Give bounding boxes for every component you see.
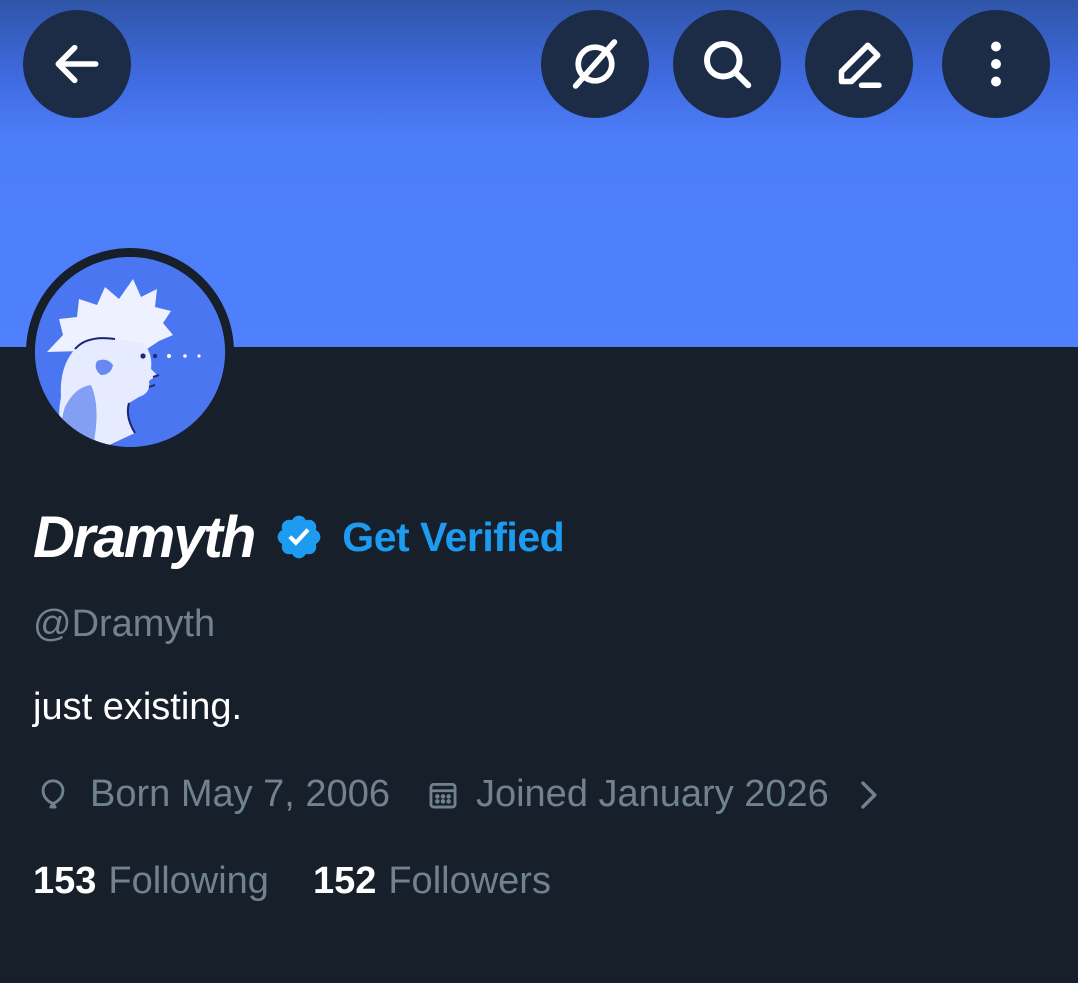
profile-bio: just existing. [33, 686, 243, 728]
followers-count: 152 [312, 860, 377, 902]
edit-profile-button[interactable] [805, 10, 913, 118]
profile-handle: @Dramyth [33, 603, 216, 645]
search-icon [697, 34, 757, 94]
avatar-frame [26, 248, 234, 456]
avatar[interactable] [35, 257, 225, 447]
search-button[interactable] [673, 10, 781, 118]
joined-date: Joined January 2026 [475, 773, 829, 815]
followers-link[interactable]: 152 Followers [313, 860, 551, 903]
more-options-button[interactable] [942, 10, 1050, 118]
calendar-icon [426, 778, 460, 812]
following-count: 153 [33, 860, 97, 902]
born-date: Born May 7, 2006 [90, 773, 390, 815]
edit-pencil-icon [829, 34, 889, 94]
profile-page: Dramyth Get Verified @Dramyth just exist… [0, 0, 1078, 983]
followers-label: Followers [388, 860, 551, 902]
following-link[interactable]: 153 Following [33, 860, 269, 903]
chevron-right-icon[interactable] [857, 778, 879, 812]
more-vertical-icon [966, 34, 1026, 94]
display-name: Dramyth [33, 504, 256, 570]
name-row: Dramyth Get Verified [33, 500, 565, 574]
profile-meta[interactable]: Born May 7, 2006 Joined January 2026 [36, 773, 879, 816]
verified-badge-icon[interactable] [274, 512, 324, 562]
grok-button[interactable] [541, 10, 649, 118]
balloon-icon [36, 776, 70, 814]
get-verified-link[interactable]: Get Verified [342, 514, 564, 561]
grok-icon [564, 33, 626, 95]
back-button[interactable] [23, 10, 131, 118]
follow-stats: 153 Following 152 Followers [33, 860, 551, 903]
following-label: Following [108, 860, 269, 902]
arrow-left-icon [49, 36, 105, 92]
